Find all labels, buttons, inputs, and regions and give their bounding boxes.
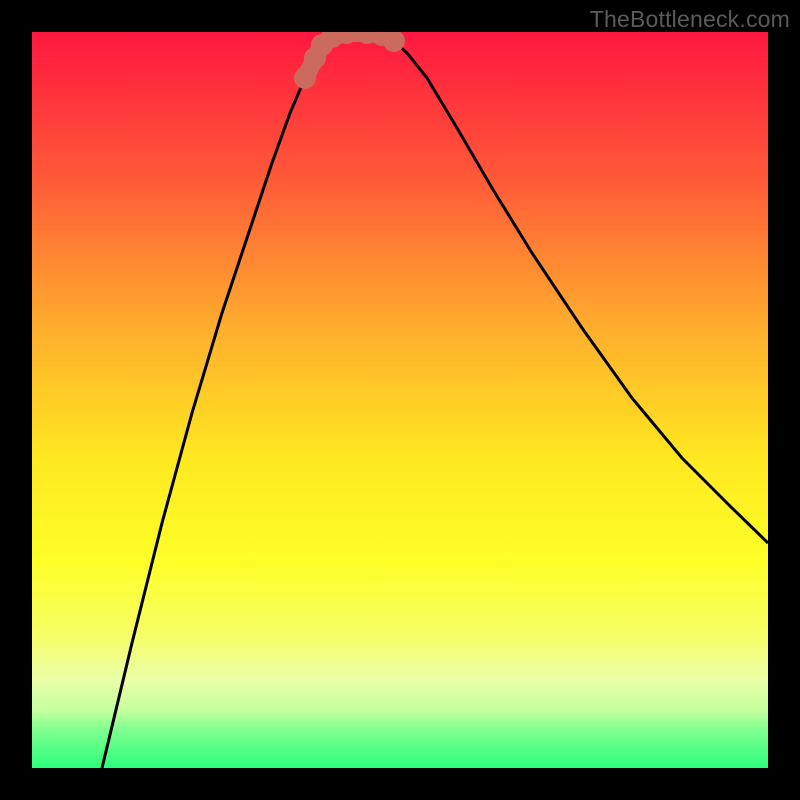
chart-container: TheBottleneck.com [0, 0, 800, 800]
bottleneck-curve [102, 33, 768, 768]
curve-svg [32, 32, 768, 768]
highlight-dots [294, 32, 405, 89]
watermark-text: TheBottleneck.com [590, 6, 790, 33]
highlight-dot [294, 67, 316, 89]
plot-area [32, 32, 768, 768]
